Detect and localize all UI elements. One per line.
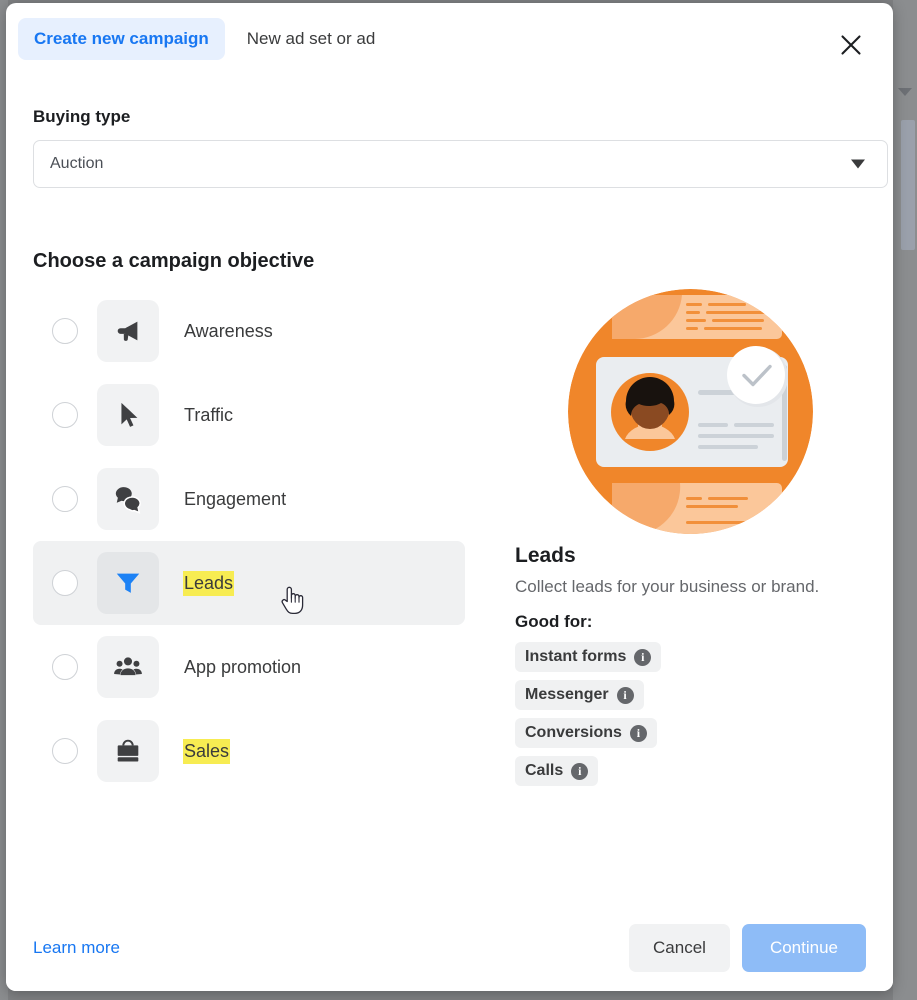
chip-conversions[interactable]: Conversions i (515, 718, 657, 748)
dialog-footer: Learn more Cancel Continue (6, 905, 893, 991)
objective-row-engagement[interactable]: Engagement (33, 457, 483, 541)
briefcase-icon (97, 720, 159, 782)
info-icon[interactable]: i (634, 648, 652, 666)
chip-label: Calls (525, 762, 564, 779)
chip-row: Conversions i (515, 718, 866, 756)
buying-type-value: Auction (50, 155, 104, 172)
objective-list: Awareness Traffic Engagement Leads App p… (33, 289, 483, 794)
create-campaign-dialog: Create new campaign New ad set or ad Buy… (6, 3, 893, 991)
chip-row: Instant forms i (515, 642, 866, 680)
close-dialog-button[interactable] (829, 23, 873, 67)
continue-button[interactable]: Continue (741, 924, 866, 972)
objective-row-app-promotion[interactable]: App promotion (33, 625, 483, 709)
cursor-arrow-icon (97, 384, 159, 446)
chip-label: Conversions (525, 724, 622, 741)
chip-label: Instant forms (525, 648, 627, 665)
funnel-icon (97, 552, 159, 614)
chip-instant-forms[interactable]: Instant forms i (515, 642, 662, 672)
objective-detail-panel: Leads Collect leads for your business or… (483, 289, 866, 794)
info-icon[interactable]: i (616, 686, 634, 704)
people-group-icon (97, 636, 159, 698)
chip-label: Messenger (525, 686, 609, 703)
chevron-down-icon (851, 159, 865, 169)
objective-label-sales: Sales (183, 738, 231, 764)
objective-row-awareness[interactable]: Awareness (33, 289, 483, 373)
detail-chip-list: Instant forms i Messenger i Conversions (515, 642, 866, 794)
leads-profile-card-illustration (515, 289, 866, 534)
objective-row-sales[interactable]: Sales (33, 709, 483, 793)
learn-more-link[interactable]: Learn more (33, 938, 120, 958)
tab-new-ad-set-or-ad[interactable]: New ad set or ad (225, 18, 392, 60)
objective-radio-awareness[interactable] (52, 318, 78, 344)
objective-label-awareness: Awareness (184, 320, 273, 341)
page-scrollbar[interactable] (901, 120, 915, 250)
info-icon[interactable]: i (629, 724, 647, 742)
chip-row: Messenger i (515, 680, 866, 718)
campaign-objective-heading: Choose a campaign objective (33, 250, 315, 272)
detail-title: Leads (515, 544, 576, 567)
objective-label-app-promotion: App promotion (184, 656, 302, 677)
dialog-body: Buying type Auction Choose a campaign ob… (6, 107, 893, 794)
dialog-header: Create new campaign New ad set or ad (6, 3, 893, 87)
chip-calls[interactable]: Calls i (515, 756, 599, 786)
info-icon[interactable]: i (571, 762, 589, 780)
objective-columns: Awareness Traffic Engagement Leads App p… (33, 289, 866, 794)
cancel-button[interactable]: Cancel (629, 924, 730, 972)
objective-radio-leads[interactable] (52, 570, 78, 596)
buying-type-select[interactable]: Auction (33, 140, 888, 188)
close-icon (839, 33, 863, 57)
detail-subtitle: Collect leads for your business or brand… (515, 577, 820, 596)
objective-row-leads[interactable]: Leads (33, 541, 465, 625)
objective-radio-app-promotion[interactable] (52, 654, 78, 680)
objective-radio-traffic[interactable] (52, 402, 78, 428)
tab-create-new-campaign[interactable]: Create new campaign (18, 18, 225, 60)
chip-row: Calls i (515, 756, 866, 794)
chat-bubbles-icon (97, 468, 159, 530)
objective-label-engagement: Engagement (184, 488, 287, 509)
objective-label-traffic: Traffic (184, 404, 234, 425)
buying-type-label: Buying type (33, 107, 131, 126)
objective-label-leads: Leads (183, 570, 235, 596)
objective-radio-engagement[interactable] (52, 486, 78, 512)
objective-radio-sales[interactable] (52, 738, 78, 764)
backdrop-caret-icon (898, 88, 912, 96)
chip-messenger[interactable]: Messenger i (515, 680, 644, 710)
megaphone-icon (97, 300, 159, 362)
detail-good-for-label: Good for: (515, 612, 593, 631)
objective-row-traffic[interactable]: Traffic (33, 373, 483, 457)
